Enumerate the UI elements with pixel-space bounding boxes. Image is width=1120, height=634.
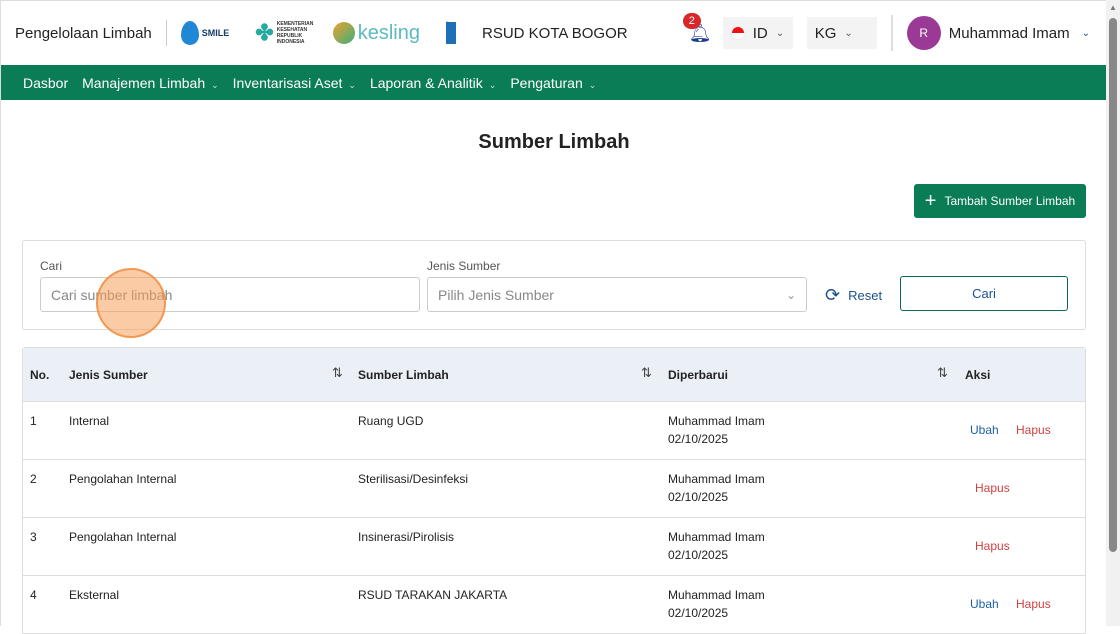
- row-type: Eksternal: [69, 588, 120, 602]
- row-updated-by: Muhammad Imam: [668, 414, 765, 428]
- unit-select[interactable]: KG ⌄: [806, 17, 877, 49]
- delete-link[interactable]: Hapus: [975, 539, 1010, 553]
- smile-logo: SMILE: [180, 21, 229, 45]
- kesling-logo: kesling: [332, 22, 420, 45]
- sort-icon[interactable]: ⇅: [641, 365, 652, 381]
- main-nav: Dasbor Manajemen Limbah ⌄ Inventarisasi A…: [1, 65, 1106, 100]
- row-type: Internal: [69, 414, 110, 428]
- row-updated-by: Muhammad Imam: [668, 472, 765, 486]
- hospital-name: RSUD KOTA BOGOR: [482, 24, 628, 42]
- delete-link[interactable]: Hapus: [975, 481, 1010, 495]
- refresh-icon: ⟳: [825, 285, 841, 305]
- row-source: Sterilisasi/Desinfeksi: [358, 472, 469, 486]
- kemenkes-logo: ✤ KEMENTERIAN KESEHATAN REPUBLIK INDONESI…: [255, 20, 314, 45]
- row-updated-by: Muhammad Imam: [668, 588, 765, 602]
- chevron-down-icon: ⌄: [588, 79, 597, 90]
- nav-inventarisasi-aset[interactable]: Inventarisasi Aset ⌄: [233, 75, 356, 91]
- notification-badge: 2: [682, 13, 701, 29]
- row-type: Pengolahan Internal: [69, 530, 177, 544]
- divider: [890, 15, 893, 51]
- indonesia-flag-icon: [730, 26, 745, 40]
- nav-dasbor[interactable]: Dasbor: [23, 75, 68, 91]
- chevron-down-icon: ⌄: [785, 287, 796, 302]
- avatar: R: [906, 16, 941, 50]
- chevron-down-icon: ⌄: [775, 27, 785, 39]
- chevron-down-icon: ⌄: [1081, 27, 1090, 39]
- chevron-down-icon: ⌄: [488, 79, 497, 90]
- user-menu[interactable]: R Muhammad Imam ⌄: [906, 16, 1090, 50]
- source-type-select[interactable]: Pilih Jenis Sumber ⌄: [427, 277, 807, 312]
- click-indicator: [96, 268, 166, 338]
- row-updated-date: 02/10/2025: [668, 606, 729, 620]
- table-row: 2 Pengolahan Internal Sterilisasi/Desinf…: [23, 460, 1085, 518]
- sort-icon[interactable]: ⇅: [332, 365, 343, 381]
- table-header: No. Jenis Sumber ⇅ Sumber Limbah ⇅ Diper…: [23, 348, 1085, 402]
- type-label: Jenis Sumber: [427, 259, 501, 273]
- edit-link[interactable]: Ubah: [970, 597, 999, 611]
- col-sumber-limbah: Sumber Limbah: [358, 368, 449, 382]
- page: Pengelolaan Limbah SMILE ✤ KEMENTERIAN KE…: [0, 0, 1106, 634]
- row-source: RSUD TARAKAN JAKARTA: [358, 588, 508, 602]
- sources-table: No. Jenis Sumber ⇅ Sumber Limbah ⇅ Diper…: [22, 347, 1086, 634]
- notification-button[interactable]: 🔔︎ 2: [682, 13, 712, 43]
- row-updated-date: 02/10/2025: [668, 432, 729, 446]
- row-no: 1: [30, 414, 37, 428]
- delete-link[interactable]: Hapus: [1016, 597, 1051, 611]
- table-row: 4 Eksternal RSUD TARAKAN JAKARTA Muhamma…: [23, 576, 1085, 634]
- col-no: No.: [30, 368, 50, 382]
- plus-icon: +: [924, 189, 937, 212]
- row-no: 2: [30, 472, 37, 486]
- chevron-down-icon: ⌄: [844, 27, 853, 39]
- delete-link[interactable]: Hapus: [1016, 423, 1051, 437]
- search-label: Cari: [40, 259, 63, 273]
- search-button[interactable]: Cari: [900, 276, 1068, 311]
- reset-button[interactable]: ⟳ Reset: [825, 285, 882, 306]
- row-source: Ruang UGD: [358, 414, 424, 428]
- nav-laporan-analitik[interactable]: Laporan & Analitik ⌄: [370, 75, 496, 91]
- page-title: Sumber Limbah: [478, 131, 630, 153]
- app-title: Pengelolaan Limbah: [15, 24, 152, 42]
- row-updated-by: Muhammad Imam: [668, 530, 765, 544]
- row-no: 3: [30, 530, 37, 544]
- undp-logo: UNDP: [446, 22, 456, 44]
- table-row: 3 Pengolahan Internal Insinerasi/Pirolis…: [23, 518, 1085, 576]
- add-source-button[interactable]: + Tambah Sumber Limbah: [914, 184, 1086, 218]
- row-source: Insinerasi/Pirolisis: [358, 530, 455, 544]
- nav-manajemen-limbah[interactable]: Manajemen Limbah ⌄: [82, 75, 219, 91]
- filter-panel: Cari Cari sumber limbah Jenis Sumber Pil…: [22, 240, 1086, 330]
- nav-pengaturan[interactable]: Pengaturan ⌄: [510, 75, 596, 91]
- language-select[interactable]: ID ⌄: [722, 17, 793, 49]
- row-no: 4: [30, 588, 37, 602]
- table-row: 1 Internal Ruang UGD Muhammad Imam 02/10…: [23, 402, 1085, 460]
- chevron-down-icon: ⌄: [348, 79, 356, 90]
- col-diperbarui: Diperbarui: [668, 368, 729, 382]
- edit-link[interactable]: Ubah: [970, 423, 999, 437]
- divider: [165, 20, 167, 46]
- chevron-down-icon: ⌄: [211, 79, 219, 90]
- row-updated-date: 02/10/2025: [668, 490, 729, 504]
- row-updated-date: 02/10/2025: [668, 548, 729, 562]
- scrollbar[interactable]: ▲: [1106, 0, 1120, 626]
- sort-icon[interactable]: ⇅: [937, 365, 948, 381]
- user-name: Muhammad Imam: [948, 24, 1070, 42]
- header: Pengelolaan Limbah SMILE ✤ KEMENTERIAN KE…: [1, 1, 1106, 65]
- row-type: Pengolahan Internal: [69, 472, 177, 486]
- scroll-up-icon: ▲: [1109, 3, 1117, 12]
- col-aksi: Aksi: [965, 368, 991, 382]
- col-jenis-sumber: Jenis Sumber: [69, 368, 148, 382]
